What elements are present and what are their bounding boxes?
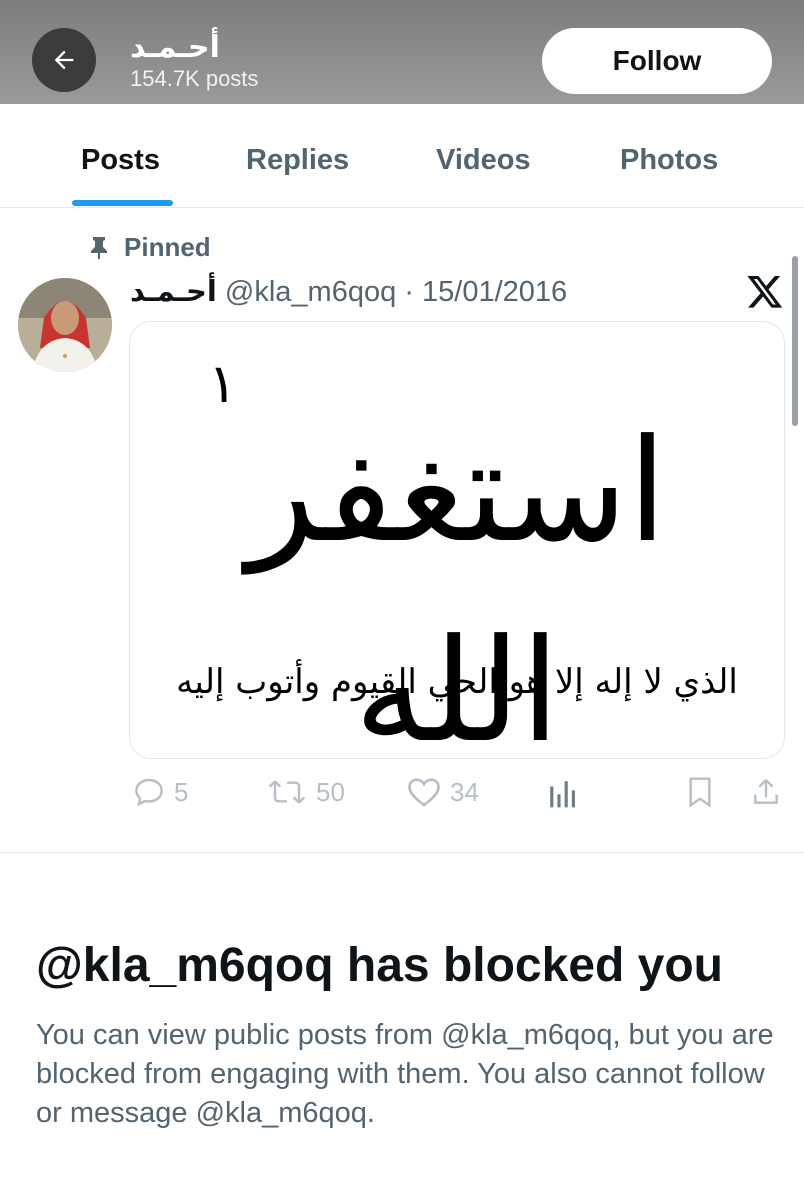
profile-name: أحـمـد xyxy=(130,31,220,64)
post-meta: أحـمـد @kla_m6qoq · 15/01/2016 xyxy=(130,274,567,309)
follow-button[interactable]: Follow xyxy=(542,28,772,94)
section-divider xyxy=(0,852,804,853)
meta-separator: · xyxy=(404,276,414,308)
reply-icon xyxy=(135,778,163,807)
post-media-image[interactable]: ١ استغفر الله الذي لا إله إلا هو الحي ال… xyxy=(129,321,785,759)
views-icon xyxy=(550,781,575,808)
pin-icon xyxy=(91,236,107,259)
share-button[interactable] xyxy=(750,776,782,808)
repost-icon xyxy=(268,780,306,804)
back-button[interactable] xyxy=(32,28,96,92)
share-icon xyxy=(754,779,778,804)
scrollbar[interactable] xyxy=(792,256,798,426)
heart-icon xyxy=(408,778,440,807)
tab-videos[interactable]: Videos xyxy=(436,144,531,177)
media-main-text: استغفر الله xyxy=(247,409,667,759)
profile-tabs: Posts Replies Videos Photos xyxy=(0,104,804,208)
avatar[interactable] xyxy=(18,278,112,372)
views-button[interactable] xyxy=(546,776,578,810)
blocked-message: You can view public posts from @kla_m6qo… xyxy=(36,1019,774,1129)
tab-posts[interactable]: Posts xyxy=(81,144,160,177)
blocked-title: @kla_m6qoq has blocked you xyxy=(36,939,723,992)
reply-count: 5 xyxy=(174,776,189,807)
pinned-label: Pinned xyxy=(124,232,211,262)
like-button[interactable]: 34 xyxy=(406,776,479,808)
pinned-indicator: Pinned xyxy=(88,232,211,263)
repost-button[interactable]: 50 xyxy=(266,776,345,808)
bookmark-icon xyxy=(689,777,711,808)
arrow-left-icon xyxy=(54,50,74,70)
like-count: 34 xyxy=(450,776,479,807)
repost-count: 50 xyxy=(316,776,345,807)
tab-replies[interactable]: Replies xyxy=(246,144,349,177)
active-tab-indicator xyxy=(72,200,173,206)
post-handle[interactable]: @kla_m6qoq xyxy=(225,276,396,308)
avatar-image xyxy=(18,278,112,372)
post-actions: 5 50 34 xyxy=(0,776,804,816)
x-logo-icon xyxy=(746,272,784,315)
reply-button[interactable]: 5 xyxy=(132,776,188,808)
bookmark-button[interactable] xyxy=(686,776,714,808)
post-date[interactable]: 15/01/2016 xyxy=(422,276,567,308)
profile-header: أحـمـد 154.7K posts Follow xyxy=(0,0,804,104)
tab-photos[interactable]: Photos xyxy=(620,144,718,177)
post-author-name[interactable]: أحـمـد xyxy=(130,276,217,308)
posts-count: 154.7K posts xyxy=(130,66,259,91)
media-sub-text: الذي لا إله إلا هو الحي القيوم وأتوب إلي… xyxy=(176,662,738,702)
